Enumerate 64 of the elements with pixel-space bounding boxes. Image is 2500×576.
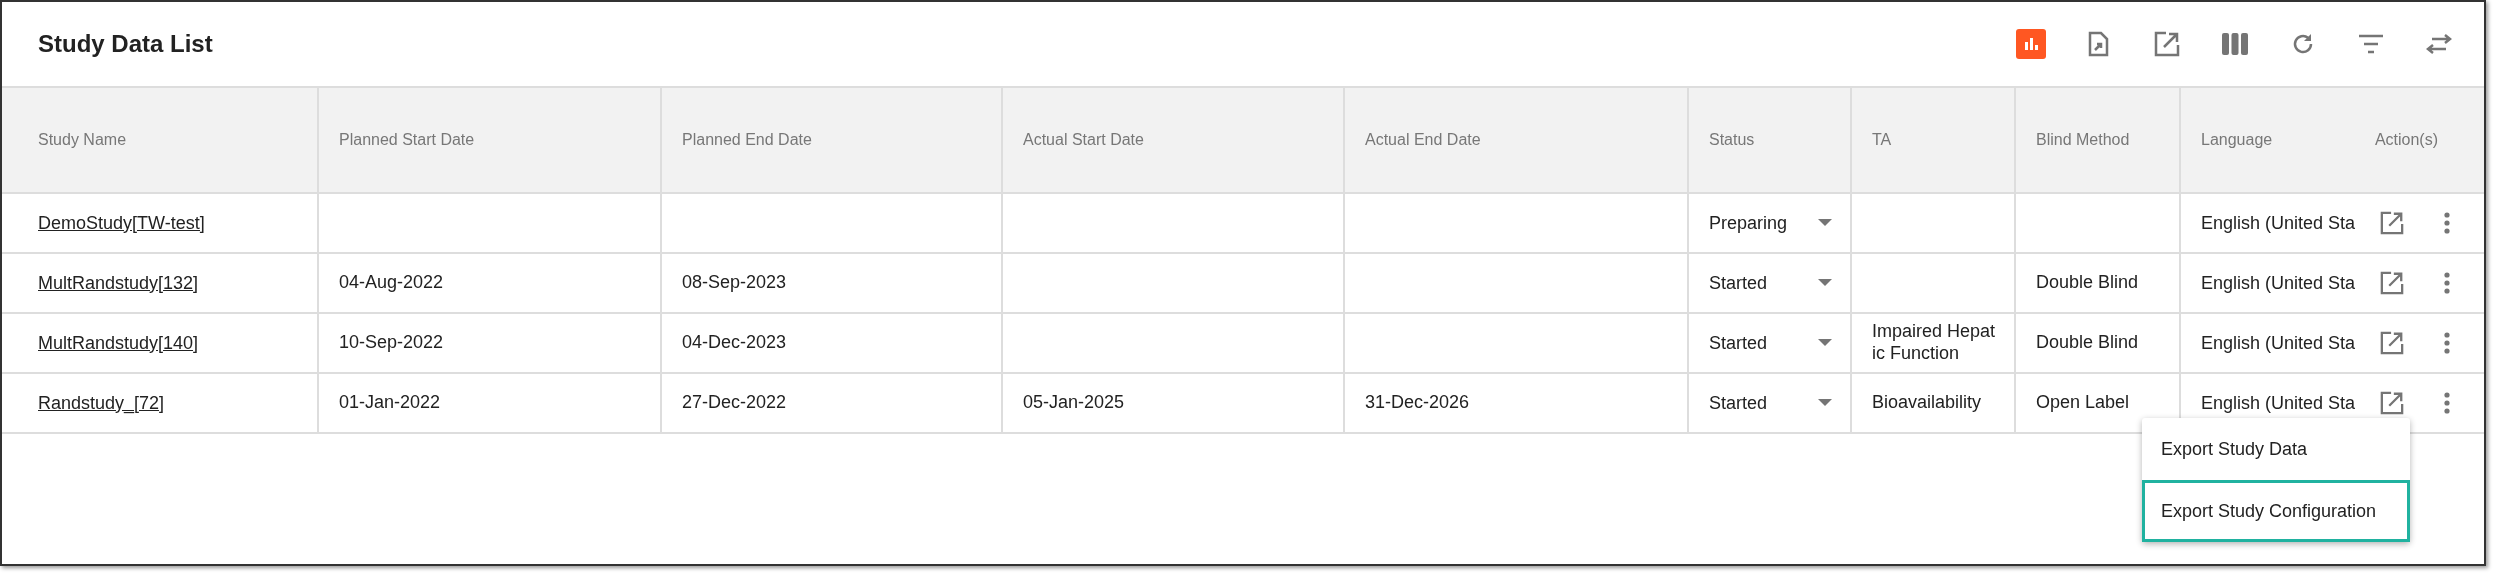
more-vertical-icon bbox=[2444, 212, 2450, 234]
column-header: TA bbox=[1872, 131, 1892, 149]
status-dropdown[interactable]: Started bbox=[1709, 272, 1832, 294]
table-cell: Double Blind bbox=[2016, 254, 2181, 314]
filter-icon bbox=[2358, 34, 2384, 54]
open-button[interactable] bbox=[2380, 211, 2404, 235]
study-link[interactable]: MultRandstudy[132] bbox=[38, 272, 199, 294]
column-header: Status bbox=[1709, 131, 1755, 149]
table-cell: Double Blind bbox=[2016, 314, 2181, 374]
study-link[interactable]: Randstudy_[72] bbox=[38, 392, 165, 414]
file-arrow-icon bbox=[2088, 31, 2110, 57]
external-link-icon bbox=[2380, 391, 2404, 415]
table-cell: 27-Dec-2022 bbox=[662, 374, 1003, 434]
caret-icon bbox=[1818, 219, 1832, 227]
more-button[interactable] bbox=[2444, 392, 2450, 414]
study-link[interactable]: MultRandstudy[140] bbox=[38, 332, 199, 354]
column-header: Study Name bbox=[38, 131, 127, 149]
table-cell: 31-Dec-2026 bbox=[1345, 374, 1689, 434]
study-link[interactable]: DemoStudy[TW-test] bbox=[38, 212, 205, 234]
column-header: Action(s) bbox=[2374, 131, 2438, 149]
table-cell: 10-Sep-2022 bbox=[319, 314, 662, 374]
status-dropdown[interactable]: Started bbox=[1709, 332, 1832, 354]
table-cell: 05-Jan-2025 bbox=[1003, 374, 1345, 434]
caret-icon bbox=[1818, 279, 1832, 287]
status-dropdown[interactable]: Started bbox=[1709, 392, 1832, 414]
open-button[interactable] bbox=[2380, 391, 2404, 415]
column-header: Actual Start Date bbox=[1023, 131, 1144, 149]
column-header: Blind Method bbox=[2036, 131, 2130, 149]
open-button[interactable] bbox=[2380, 271, 2404, 295]
table-cell: 01-Jan-2022 bbox=[319, 374, 662, 434]
table-cell: Impaired Hepatic Function bbox=[1852, 314, 2016, 374]
table-cell: English (United Sta bbox=[2201, 332, 2356, 354]
column-header: Planned Start Date bbox=[339, 131, 475, 149]
more-vertical-icon bbox=[2444, 392, 2450, 414]
table-cell: English (United Sta bbox=[2201, 272, 2356, 294]
more-vertical-icon bbox=[2444, 272, 2450, 294]
table-cell: English (United Sta bbox=[2201, 212, 2356, 234]
refresh-icon bbox=[2291, 32, 2315, 56]
open-button[interactable] bbox=[2152, 29, 2182, 59]
chart-button[interactable] bbox=[2016, 29, 2046, 59]
table-cell: 08-Sep-2023 bbox=[662, 254, 1003, 314]
open-button[interactable] bbox=[2380, 331, 2404, 355]
table-cell: Bioavailability bbox=[1852, 374, 2016, 434]
table-cell: 04-Aug-2022 bbox=[319, 254, 662, 314]
more-vertical-icon bbox=[2444, 332, 2450, 354]
more-button[interactable] bbox=[2444, 272, 2450, 294]
external-link-icon bbox=[2380, 211, 2404, 235]
more-button[interactable] bbox=[2444, 212, 2450, 234]
column-header: Actual End Date bbox=[1365, 131, 1481, 149]
external-link-icon bbox=[2380, 271, 2404, 295]
status-dropdown[interactable]: Preparing bbox=[1709, 212, 1832, 234]
table-cell: 04-Dec-2023 bbox=[662, 314, 1003, 374]
table-cell: English (United Sta bbox=[2201, 392, 2356, 414]
column-header: Planned End Date bbox=[682, 131, 812, 149]
menu-item[interactable]: Export Study Configuration bbox=[2142, 480, 2410, 542]
caret-icon bbox=[1818, 339, 1832, 347]
page-title: Study Data List bbox=[38, 30, 213, 58]
external-link-icon bbox=[2380, 331, 2404, 355]
external-link-icon bbox=[2154, 31, 2180, 57]
more-button[interactable] bbox=[2444, 332, 2450, 354]
column-header: Language bbox=[2201, 131, 2273, 149]
caret-icon bbox=[1818, 399, 1832, 407]
swap-arrows-icon bbox=[2426, 34, 2452, 54]
columns-icon bbox=[2221, 32, 2249, 56]
